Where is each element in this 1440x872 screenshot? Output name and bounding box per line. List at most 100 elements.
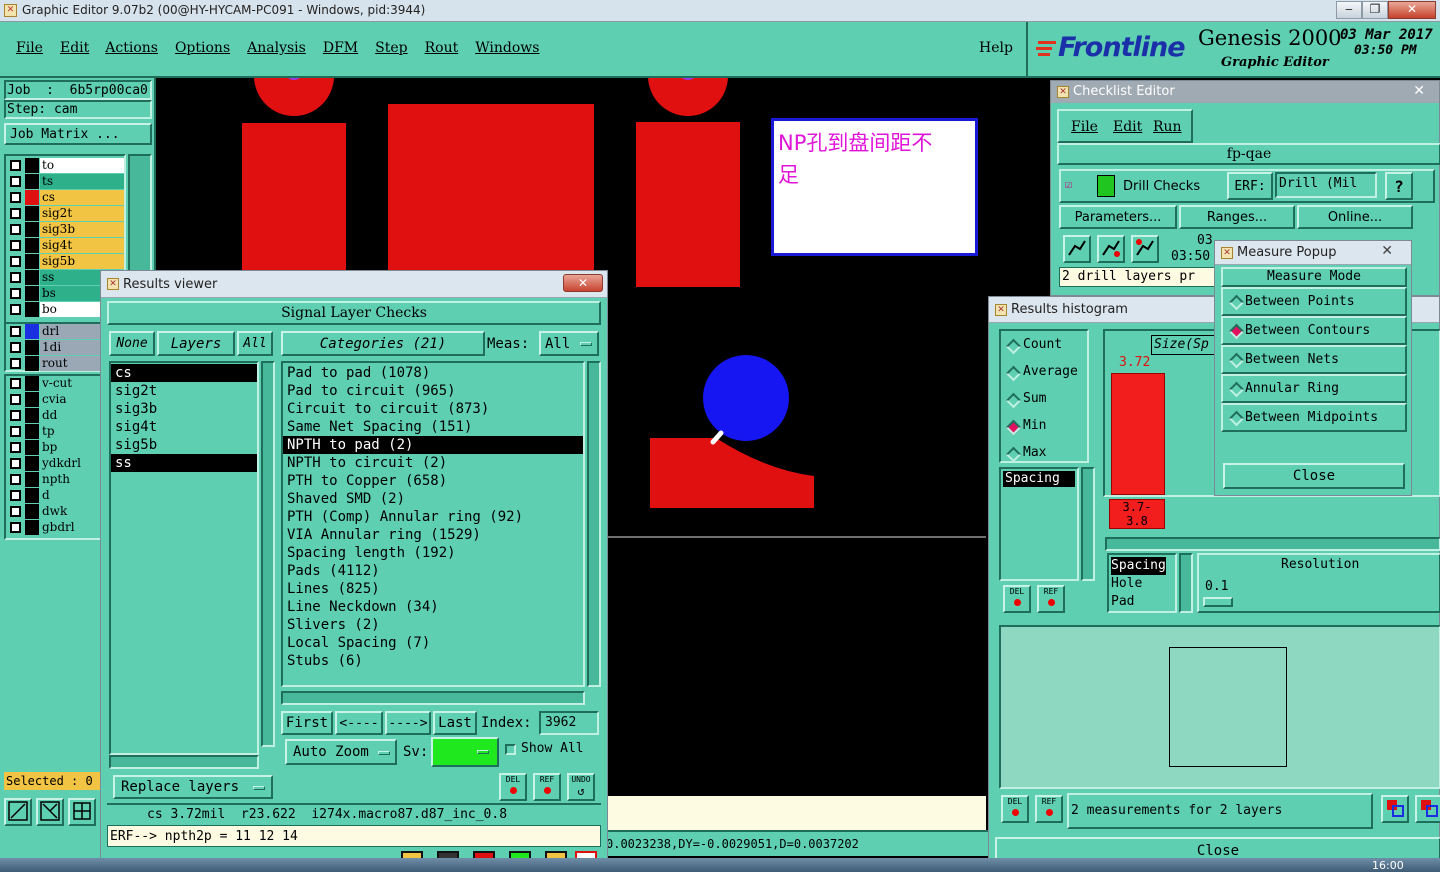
type-scrollbar[interactable] [1179,553,1193,613]
results-layer-list[interactable]: cs sig2t sig3b sig4t sig5b ss [109,361,259,755]
erf-input[interactable]: Drill (Mil [1275,172,1377,198]
layer-name[interactable]: sig4t [40,238,124,253]
results-layer-item[interactable]: sig3b [111,400,257,418]
ranges-button[interactable]: Ranges... [1179,205,1295,229]
doc-layer-color-swatch[interactable] [25,456,39,471]
measure-mode-option[interactable]: Between Contours [1221,316,1407,345]
layers-button[interactable]: Layers [157,331,235,356]
categories-vscroll[interactable] [587,361,601,687]
mode-radio[interactable] [1228,381,1245,398]
type-item[interactable]: Pad [1111,593,1166,611]
del-icon[interactable]: DEL [499,773,527,801]
parameters-button[interactable]: Parameters... [1059,205,1177,229]
doc-layer-checkbox[interactable] [10,506,21,517]
layer-row[interactable]: sig2t [8,206,124,221]
doc-layer-color-swatch[interactable] [25,408,39,423]
measure-mode-option[interactable]: Between Nets [1221,345,1407,374]
mode-radio[interactable] [1228,323,1245,340]
measure-mode-option[interactable]: Between Points [1221,287,1407,316]
doc-layer-color-swatch[interactable] [25,504,39,519]
doc-layer-checkbox[interactable] [10,474,21,485]
layer-color-swatch[interactable] [25,190,39,205]
layer-checkbox[interactable] [10,288,21,299]
metric-spacing[interactable]: Spacing [1003,471,1075,487]
layer-checkbox[interactable] [10,176,21,187]
layer-checkbox[interactable] [10,192,21,203]
index-input[interactable]: 3962 [539,711,599,735]
checklist-close-button[interactable]: ✕ [1413,83,1425,99]
menu-file[interactable]: File [16,40,43,56]
layer-color-swatch[interactable] [25,270,39,285]
category-item[interactable]: PTH to Copper (658) [283,472,583,490]
checklist-menu-file[interactable]: File [1071,119,1098,135]
doc-layer-checkbox[interactable] [10,442,21,453]
doc-layer-checkbox[interactable] [10,394,21,405]
categories-button[interactable]: Categories (21) [281,331,485,356]
doc-layer-checkbox[interactable] [10,522,21,533]
layer-name[interactable]: sig5b [40,254,124,269]
hist-del-icon[interactable]: DEL [1003,585,1031,613]
doc-layer-color-swatch[interactable] [25,392,39,407]
layer-row[interactable]: to [8,158,124,173]
doc-layer-checkbox[interactable] [10,426,21,437]
hist-print-icon[interactable] [1415,795,1440,823]
category-item[interactable]: Pads (4112) [283,562,583,580]
layer-checkbox[interactable] [10,208,21,219]
doc-layer-color-swatch[interactable] [25,440,39,455]
category-item[interactable]: Lines (825) [283,580,583,598]
categories-hscroll[interactable] [281,691,585,705]
category-item[interactable]: VIA Annular ring (1529) [283,526,583,544]
layer-checkbox[interactable] [10,304,21,315]
measure-close-button[interactable]: Close [1223,463,1405,489]
layer-row[interactable]: sig4t [8,238,124,253]
layer-list-vscroll[interactable] [261,361,275,747]
hist-bottom-ref-icon[interactable]: REF [1035,795,1063,823]
category-item[interactable]: Shaved SMD (2) [283,490,583,508]
category-item[interactable]: NPTH to pad (2) [283,436,583,454]
doc-layer-color-swatch[interactable] [25,520,39,535]
hist-ref-icon[interactable]: REF [1037,585,1065,613]
category-item[interactable]: Slivers (2) [283,616,583,634]
layer-checkbox[interactable] [10,160,21,171]
doc-layer-color-swatch[interactable] [25,488,39,503]
category-item[interactable]: Line Neckdown (34) [283,598,583,616]
doc-layer-checkbox[interactable] [10,378,21,389]
histogram-hscroll[interactable] [1105,537,1440,551]
tool-diagonal-icon[interactable] [36,798,64,826]
prev-button[interactable]: <---- [335,711,383,735]
layer-color-swatch[interactable] [25,174,39,189]
run-selected-icon[interactable] [1131,235,1159,263]
layer-color-swatch[interactable] [25,222,39,237]
mode-radio[interactable] [1228,410,1245,427]
all-layers-button[interactable]: All [237,331,273,356]
drill-layer-checkbox[interactable] [10,342,21,353]
next-button[interactable]: ----> [385,711,431,735]
stat-label[interactable]: Max [1023,445,1046,460]
layer-row[interactable]: ts [8,174,124,189]
auto-zoom-select[interactable]: Auto Zoom [285,739,397,765]
metric-scrollbar[interactable] [1081,467,1095,581]
layer-color-swatch[interactable] [25,206,39,221]
replace-layers-select[interactable]: Replace layers [113,775,273,799]
histogram-bar[interactable] [1111,373,1165,495]
results-layer-item[interactable]: cs [111,364,257,382]
type-list[interactable]: Spacing Hole Pad [1107,553,1177,613]
layer-checkbox[interactable] [10,256,21,267]
online-button[interactable]: Online... [1297,205,1413,229]
category-item[interactable]: Pad to circuit (965) [283,382,583,400]
check-enabled-icon[interactable]: ☑ [1065,177,1072,191]
sv-color-select[interactable] [431,737,499,767]
doc-layer-color-swatch[interactable] [25,472,39,487]
tool-measure-icon[interactable] [4,798,32,826]
checklist-menu-run[interactable]: Run [1153,119,1182,135]
menu-options[interactable]: Options [175,40,230,56]
hist-bottom-del-icon[interactable]: DEL [1001,795,1029,823]
hist-export-icon[interactable] [1381,795,1409,823]
maximize-button[interactable]: ❐ [1362,1,1388,19]
results-layer-item[interactable]: ss [111,454,257,472]
menu-actions[interactable]: Actions [105,40,158,56]
last-button[interactable]: Last [433,711,477,735]
mode-radio[interactable] [1228,352,1245,369]
layer-name[interactable]: sig3b [40,222,124,237]
doc-layer-color-swatch[interactable] [25,376,39,391]
